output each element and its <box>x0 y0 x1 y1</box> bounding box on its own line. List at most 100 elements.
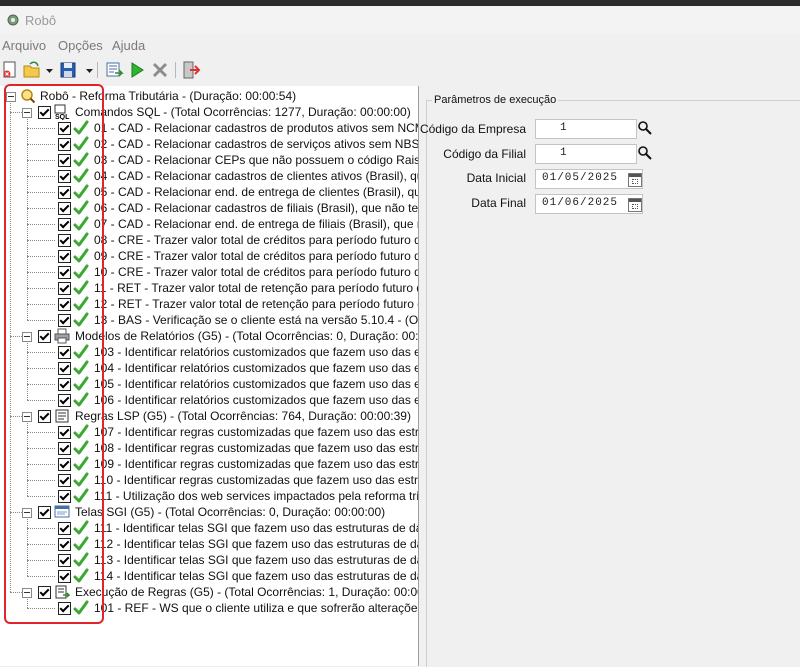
tree-item-label: 12 - RET - Trazer valor total de retençã… <box>94 297 418 311</box>
item-checkbox[interactable] <box>58 346 71 359</box>
item-checkbox[interactable] <box>58 266 71 279</box>
menu-ajuda[interactable]: Ajuda <box>112 38 145 53</box>
item-checkbox[interactable] <box>58 426 71 439</box>
tree-item-label: 112 - Identificar telas SGI que fazem us… <box>94 537 418 551</box>
tree-group-label: Comandos SQL - (Total Ocorrências: 1277,… <box>75 105 411 119</box>
tree-connector <box>27 608 55 609</box>
toolbar-separator <box>175 62 176 78</box>
item-checkbox[interactable] <box>58 490 71 503</box>
tree-item-label: 114 - Identificar telas SGI que fazem us… <box>94 569 418 583</box>
tree-connector <box>27 128 55 129</box>
success-check-icon <box>73 600 89 616</box>
exit-icon[interactable] <box>181 60 201 80</box>
item-checkbox[interactable] <box>58 538 71 551</box>
open-icon[interactable] <box>22 60 42 80</box>
item-checkbox[interactable] <box>58 250 71 263</box>
menu-opcoes[interactable]: Opções <box>58 38 103 53</box>
tree-item-label: 106 - Identificar relatórios customizado… <box>94 393 418 407</box>
tree-connector <box>27 528 55 529</box>
item-checkbox[interactable] <box>58 218 71 231</box>
item-checkbox[interactable] <box>58 202 71 215</box>
collapse-toggle[interactable] <box>6 92 16 102</box>
tasks-tree[interactable]: Robô - Reforma Tributária - (Duração: 00… <box>0 86 419 666</box>
success-check-icon <box>73 344 89 360</box>
success-check-icon <box>73 360 89 376</box>
play-icon[interactable] <box>127 60 147 80</box>
tree-connector <box>27 352 55 353</box>
stop-icon[interactable] <box>150 60 170 80</box>
tree-connector <box>27 224 55 225</box>
data-inicial-label: Data Inicial <box>466 171 526 185</box>
item-checkbox[interactable] <box>58 474 71 487</box>
tree-item-label: 09 - CRE - Trazer valor total de crédito… <box>94 249 418 263</box>
group-checkbox[interactable] <box>38 586 51 599</box>
search-icon[interactable] <box>637 120 653 136</box>
item-checkbox[interactable] <box>58 362 71 375</box>
success-check-icon <box>73 136 89 152</box>
tree-item-label: 108 - Identificar regras customizadas qu… <box>94 441 419 455</box>
item-checkbox[interactable] <box>58 602 71 615</box>
new-icon[interactable] <box>0 60 20 80</box>
tree-group-label: Telas SGI (G5) - (Total Ocorrências: 0, … <box>75 505 386 519</box>
toolbar-separator <box>97 62 98 78</box>
group-checkbox[interactable] <box>38 506 51 519</box>
tree-connector <box>27 368 55 369</box>
success-check-icon <box>73 120 89 136</box>
dropdown-arrow-icon[interactable] <box>40 60 53 80</box>
tree-group-label: Regras LSP (G5) - (Total Ocorrências: 76… <box>75 409 411 423</box>
group-checkbox[interactable] <box>38 410 51 423</box>
item-checkbox[interactable] <box>58 282 71 295</box>
item-checkbox[interactable] <box>58 570 71 583</box>
save-icon[interactable] <box>58 60 78 80</box>
success-check-icon <box>73 392 89 408</box>
item-checkbox[interactable] <box>58 154 71 167</box>
item-checkbox[interactable] <box>58 170 71 183</box>
success-check-icon <box>73 184 89 200</box>
tree-connector <box>10 101 11 592</box>
item-checkbox[interactable] <box>58 458 71 471</box>
tree-item-label: 103 - Identificar relatórios customizado… <box>94 345 418 359</box>
tree-connector <box>27 480 55 481</box>
item-checkbox[interactable] <box>58 234 71 247</box>
data-final-input[interactable]: 01/06/2025 <box>535 194 643 214</box>
item-checkbox[interactable] <box>58 554 71 567</box>
group-checkbox[interactable] <box>38 106 51 119</box>
calendar-icon[interactable] <box>628 173 642 187</box>
dropdown-arrow-icon[interactable] <box>80 60 93 80</box>
item-checkbox[interactable] <box>58 394 71 407</box>
import-icon[interactable] <box>104 60 124 80</box>
item-checkbox[interactable] <box>58 186 71 199</box>
success-check-icon <box>73 424 89 440</box>
tree-connector <box>27 144 55 145</box>
item-checkbox[interactable] <box>58 378 71 391</box>
tree-item-label: 03 - CAD - Relacionar CEPs que não possu… <box>94 153 419 167</box>
success-check-icon <box>73 248 89 264</box>
calendar-icon[interactable] <box>628 198 642 212</box>
item-checkbox[interactable] <box>58 442 71 455</box>
toolbar <box>0 56 800 84</box>
menu-arquivo[interactable]: Arquivo <box>2 38 46 53</box>
tree-connector <box>27 597 28 608</box>
data-inicial-input[interactable]: 01/05/2025 <box>535 169 643 189</box>
tree-root-label: Robô - Reforma Tributária - (Duração: 00… <box>40 89 297 103</box>
item-checkbox[interactable] <box>58 314 71 327</box>
item-checkbox[interactable] <box>58 298 71 311</box>
success-check-icon <box>73 168 89 184</box>
tree-connector <box>27 400 55 401</box>
group-checkbox[interactable] <box>38 330 51 343</box>
gear-app-icon <box>7 14 19 26</box>
item-checkbox[interactable] <box>58 122 71 135</box>
tree-item-label: 111 - Utilização dos web services impact… <box>94 489 419 503</box>
filial-input[interactable]: 1 <box>535 144 637 164</box>
title-bar: Robô <box>0 6 800 34</box>
tree-item-label: 06 - CAD - Relacionar cadastros de filia… <box>94 201 419 215</box>
rules-icon <box>54 408 70 424</box>
empresa-input[interactable]: 1 <box>535 119 637 139</box>
robot-search-icon <box>20 88 36 104</box>
tree-connector <box>27 288 55 289</box>
item-checkbox[interactable] <box>58 522 71 535</box>
item-checkbox[interactable] <box>58 138 71 151</box>
tree-item-label: 07 - CAD - Relacionar end. de entrega de… <box>94 217 418 231</box>
tree-connector <box>27 117 28 320</box>
search-icon[interactable] <box>637 145 653 161</box>
